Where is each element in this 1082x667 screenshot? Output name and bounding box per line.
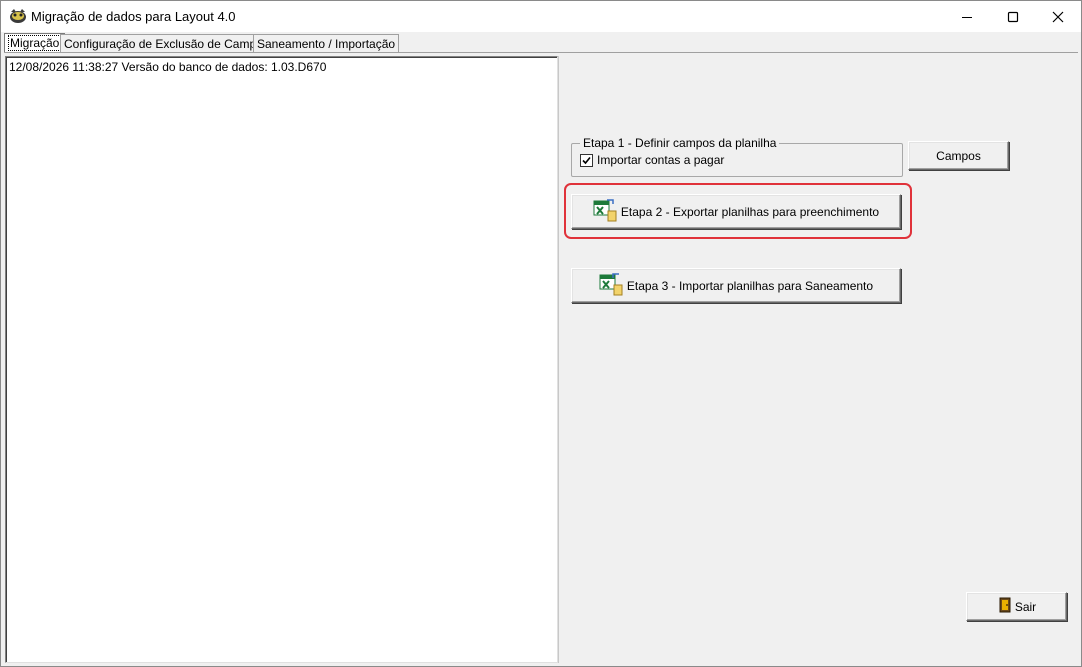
panel-divider: [558, 56, 559, 663]
app-logo-icon: [9, 8, 27, 24]
minimize-icon: [962, 16, 972, 18]
tab-configuracao-exclusao[interactable]: Configuração de Exclusão de Campos: [60, 34, 273, 53]
checkmark-icon: [582, 156, 591, 165]
close-icon: [1052, 11, 1064, 22]
minimize-button[interactable]: [944, 1, 990, 32]
sair-button-label: Sair: [1014, 599, 1037, 614]
campos-button-label: Campos: [936, 148, 981, 163]
importar-contas-label[interactable]: Importar contas a pagar: [597, 153, 724, 167]
window-title: Migração de dados para Layout 4.0: [31, 9, 236, 24]
etapa2-export-button[interactable]: Etapa 2 - Exportar planilhas para preenc…: [571, 194, 901, 229]
maximize-button[interactable]: [990, 1, 1036, 32]
close-button[interactable]: [1035, 1, 1081, 32]
maximize-icon: [1007, 11, 1019, 22]
title-bar[interactable]: Migração de dados para Layout 4.0: [1, 1, 1081, 32]
excel-export-icon: [593, 198, 619, 225]
etapa3-import-button[interactable]: Etapa 3 - Importar planilhas para Saneam…: [571, 268, 901, 303]
tab-migracao[interactable]: Migração: [4, 33, 66, 53]
tab-panel-border: [4, 52, 1078, 53]
etapa2-button-label: Etapa 2 - Exportar planilhas para preenc…: [620, 204, 880, 219]
etapa1-legend: Etapa 1 - Definir campos da planilha: [580, 136, 780, 150]
tab-label: Migração: [8, 35, 62, 51]
exit-door-icon: [997, 597, 1013, 616]
main-window: Migração de dados para Layout 4.0 Migraç…: [0, 0, 1082, 667]
excel-import-icon: [599, 272, 625, 299]
etapa1-group: Etapa 1 - Definir campos da planilha Imp…: [571, 136, 903, 177]
tab-label: Configuração de Exclusão de Campos: [64, 37, 269, 51]
log-line: 12/08/2026 11:38:27 Versão do banco de d…: [9, 60, 327, 74]
log-panel[interactable]: 12/08/2026 11:38:27 Versão do banco de d…: [5, 56, 558, 663]
tab-saneamento-importacao[interactable]: Saneamento / Importação: [253, 34, 400, 53]
importar-contas-checkbox[interactable]: [580, 154, 593, 167]
sair-button[interactable]: Sair: [966, 592, 1067, 621]
campos-button[interactable]: Campos: [908, 141, 1009, 170]
tab-label: Saneamento / Importação: [257, 37, 396, 51]
etapa3-button-label: Etapa 3 - Importar planilhas para Saneam…: [626, 278, 874, 293]
